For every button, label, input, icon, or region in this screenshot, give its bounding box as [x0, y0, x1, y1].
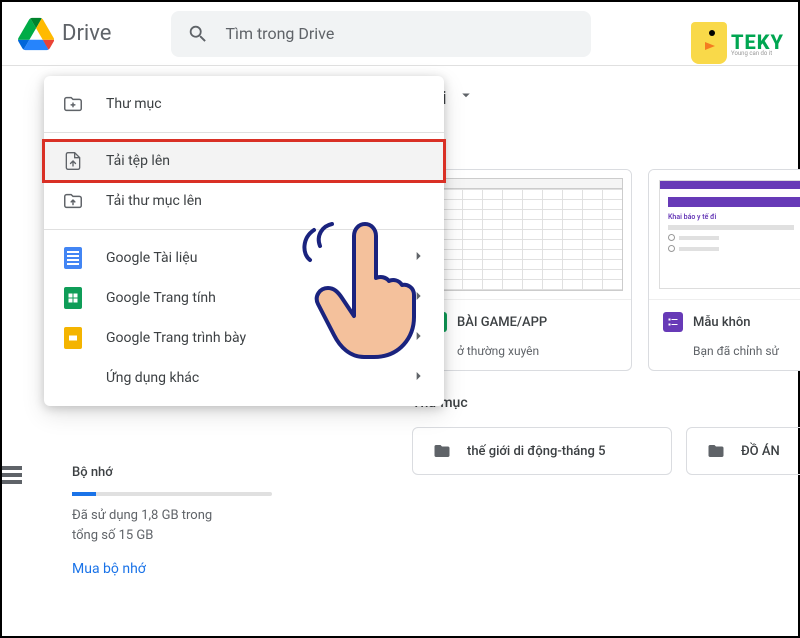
app-header: Drive Tìm trong Drive TEKY Young can do … — [2, 2, 798, 66]
form-preview-title-text: Khai báo y tế đi — [668, 213, 800, 221]
folder-chip[interactable]: thế giới di động-tháng 5 — [412, 427, 672, 475]
app-name: Drive — [62, 21, 111, 46]
tile-sheet[interactable]: BÀI GAME/APP ở thường xuyên — [412, 169, 632, 371]
folder-chips: thế giới di động-tháng 5 ĐỒ ÁN — [412, 427, 800, 475]
folder-chip[interactable]: ĐỒ ÁN — [686, 427, 800, 475]
docs-icon — [62, 247, 84, 269]
quick-access-tiles: BÀI GAME/APP ở thường xuyên Khai báo y t… — [412, 169, 800, 371]
storage-icon — [2, 466, 22, 484]
menu-label: Tải tệp lên — [106, 153, 170, 169]
teky-watermark: TEKY Young can do it — [691, 22, 784, 64]
menu-label: Google Tài liệu — [106, 250, 197, 266]
menu-divider — [44, 229, 444, 230]
chevron-down-icon — [457, 86, 475, 109]
breadcrumb[interactable]: a tôi — [412, 82, 800, 125]
folder-chip-label: ĐỒ ÁN — [741, 444, 780, 459]
tile-thumbnail — [413, 170, 631, 300]
forms-icon — [663, 312, 683, 332]
tile-subtitle: ở thường xuyên — [413, 344, 631, 370]
chevron-right-icon — [410, 368, 426, 388]
chevron-right-icon — [410, 288, 426, 308]
storage-block: Bộ nhớ Đã sử dụng 1,8 GB trong tổng số 1… — [72, 465, 272, 577]
storage-title: Bộ nhớ — [72, 465, 272, 480]
slides-icon — [62, 327, 84, 349]
menu-label: Tải thư mục lên — [106, 193, 202, 209]
chevron-right-icon — [410, 328, 426, 348]
form-preview-title — [668, 197, 800, 207]
app-logo-wrap[interactable]: Drive — [18, 16, 111, 52]
menu-label: Google Trang trình bày — [106, 330, 246, 346]
tile-subtitle: Bạn đã chỉnh sử — [649, 344, 800, 370]
buy-storage-link[interactable]: Mua bộ nhớ — [72, 561, 272, 577]
storage-usage-line1: Đã sử dụng 1,8 GB trong — [72, 506, 272, 526]
menu-more-apps[interactable]: Ứng dụng khác — [44, 358, 444, 398]
menu-label: Thư mục — [106, 96, 162, 112]
menu-label: Ứng dụng khác — [106, 370, 199, 386]
sheets-icon — [62, 287, 84, 309]
storage-progress — [72, 492, 272, 496]
tile-thumbnail: Khai báo y tế đi — [649, 170, 800, 300]
folders-label: Thư mục — [412, 395, 800, 411]
menu-new-folder[interactable]: Thư mục — [44, 84, 444, 124]
menu-google-slides[interactable]: Google Trang trình bày — [44, 318, 444, 358]
search-box[interactable]: Tìm trong Drive — [171, 11, 591, 57]
teky-mascot-icon — [691, 22, 727, 64]
folder-icon — [431, 442, 453, 460]
tile-title: BÀI GAME/APP — [457, 315, 547, 330]
menu-upload-folder[interactable]: Tải thư mục lên — [44, 181, 444, 221]
menu-google-sheets[interactable]: Google Trang tính — [44, 278, 444, 318]
tile-form[interactable]: Khai báo y tế đi Mẫu khôn Bạn đã chỉnh s… — [648, 169, 800, 371]
new-context-menu: Thư mục Tải tệp lên — [44, 76, 444, 406]
sidebar-left-strip — [2, 66, 22, 636]
drive-logo-icon — [18, 16, 54, 52]
new-folder-icon — [62, 93, 84, 115]
menu-label: Google Trang tính — [106, 290, 216, 306]
folder-chip-label: thế giới di động-tháng 5 — [467, 444, 606, 459]
menu-upload-file[interactable]: Tải tệp lên — [44, 141, 444, 181]
menu-google-docs[interactable]: Google Tài liệu — [44, 238, 444, 278]
search-icon — [187, 23, 209, 45]
menu-divider — [44, 132, 444, 133]
folder-icon — [705, 442, 727, 460]
storage-usage-line2: tổng số 15 GB — [72, 526, 272, 546]
upload-file-icon — [62, 150, 84, 172]
quick-access-label: hanh — [412, 137, 800, 153]
chevron-right-icon — [410, 248, 426, 268]
tile-title: Mẫu khôn — [693, 315, 750, 330]
search-placeholder: Tìm trong Drive — [225, 24, 334, 43]
upload-folder-icon — [62, 190, 84, 212]
